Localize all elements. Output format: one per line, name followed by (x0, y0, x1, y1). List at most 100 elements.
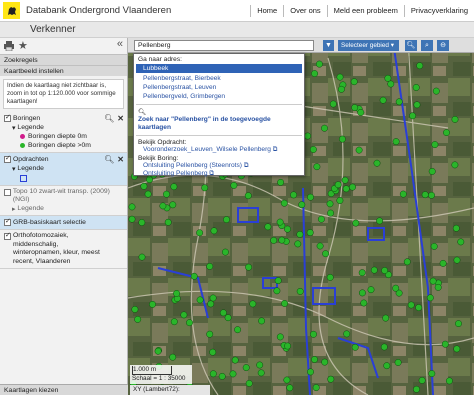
address-option[interactable]: Pellenbergveld, Grimbergen (134, 92, 304, 101)
boring-marker[interactable] (453, 345, 461, 353)
boring-marker[interactable] (376, 217, 384, 225)
boring-marker[interactable] (257, 369, 265, 377)
boring-marker[interactable] (196, 296, 204, 304)
boring-marker[interactable] (413, 101, 421, 109)
boring-marker[interactable] (286, 384, 294, 392)
boring-marker[interactable] (358, 269, 366, 277)
boring-marker[interactable] (418, 376, 426, 384)
boring-marker[interactable] (138, 219, 146, 226)
boring-marker[interactable] (219, 309, 227, 317)
close-icon[interactable]: ✕ (117, 114, 124, 123)
boring-marker[interactable] (367, 286, 375, 294)
boring-marker[interactable] (358, 289, 366, 297)
boring-marker[interactable] (338, 135, 346, 143)
nav-report-problem-link[interactable]: Meld een probleem (326, 5, 404, 17)
boring-marker[interactable] (327, 209, 335, 217)
boring-marker[interactable] (452, 224, 460, 232)
boring-marker[interactable] (264, 223, 272, 231)
address-option[interactable]: Pellenbergstraat, Bierbeek (134, 74, 304, 83)
boring-marker[interactable] (221, 248, 229, 256)
boring-marker[interactable] (270, 236, 278, 244)
boring-marker[interactable] (413, 385, 420, 393)
boring-marker[interactable] (392, 138, 400, 146)
boring-marker[interactable] (343, 330, 351, 338)
search-icon[interactable]: 🔍︎ (104, 114, 114, 123)
boring-marker[interactable] (334, 181, 342, 189)
boring-marker[interactable] (307, 193, 314, 201)
filter-icon[interactable]: ▼ (323, 40, 334, 51)
boring-marker[interactable] (277, 178, 285, 186)
boring-marker[interactable] (242, 364, 250, 372)
boring-marker[interactable] (307, 368, 314, 376)
boring-marker[interactable] (432, 87, 440, 95)
boring-marker[interactable] (306, 229, 314, 237)
boring-marker[interactable] (138, 253, 146, 261)
boring-marker[interactable] (144, 190, 152, 198)
select-area-button[interactable]: Selecteer gebied ▾ (338, 40, 399, 51)
boring-marker[interactable] (412, 84, 420, 91)
boring-marker[interactable] (360, 299, 368, 307)
boring-marker[interactable] (457, 238, 465, 246)
boring-marker[interactable] (298, 201, 306, 209)
search-input[interactable]: Pellenberg (134, 40, 314, 51)
boring-marker[interactable] (231, 356, 239, 364)
boring-marker[interactable] (373, 159, 381, 167)
boring-marker[interactable] (283, 376, 291, 384)
boring-marker[interactable] (349, 183, 356, 191)
boring-marker[interactable] (296, 287, 304, 295)
boring-marker[interactable] (357, 109, 365, 116)
section-kaartbeeld[interactable]: Kaartbeeld instellen (0, 65, 127, 76)
boring-marker[interactable] (276, 333, 284, 341)
boring-marker[interactable] (409, 112, 417, 120)
boring-marker[interactable] (317, 215, 325, 223)
boring-marker[interactable] (140, 182, 148, 190)
boring-marker[interactable] (415, 304, 423, 312)
boring-marker[interactable] (196, 229, 204, 237)
boring-marker[interactable] (274, 277, 282, 285)
flanders-lion-logo[interactable] (3, 2, 20, 19)
boring-marker[interactable] (426, 294, 434, 302)
boring-marker[interactable] (258, 317, 266, 325)
boring-marker[interactable] (399, 190, 407, 198)
boring-marker[interactable] (278, 236, 286, 244)
boring-marker[interactable] (159, 202, 167, 210)
zoom-in-icon[interactable]: 🔍︎ (405, 40, 417, 51)
zoom-extent-icon[interactable]: ⌕ (421, 40, 433, 51)
boring-marker[interactable] (445, 377, 453, 385)
boring-marker[interactable] (311, 356, 318, 363)
boring-marker[interactable] (296, 230, 304, 238)
boring-marker[interactable] (327, 375, 335, 383)
boring-marker[interactable] (421, 191, 429, 199)
boring-marker[interactable] (380, 343, 388, 351)
boring-marker[interactable] (234, 326, 242, 334)
boring-marker[interactable] (180, 311, 188, 319)
boring-marker[interactable] (207, 300, 215, 308)
boring-marker[interactable] (209, 370, 217, 378)
boring-marker[interactable] (309, 146, 317, 153)
boring-marker[interactable] (336, 197, 344, 204)
boring-marker[interactable] (387, 80, 395, 88)
boring-marker[interactable] (430, 242, 438, 250)
nav-privacy-link[interactable]: Privacyverklaring (403, 5, 474, 17)
boring-marker[interactable] (218, 372, 226, 380)
boring-marker[interactable] (341, 176, 349, 184)
boring-marker[interactable] (294, 240, 302, 248)
boring-marker[interactable] (206, 262, 214, 270)
search-layers-link[interactable]: Zoek naar "Pellenberg" in de toegevoegde… (134, 116, 304, 132)
boring-marker[interactable] (403, 258, 411, 266)
boring-marker[interactable] (276, 218, 284, 226)
boring-marker[interactable] (170, 183, 178, 191)
chevron-down-icon[interactable]: ▾ (12, 165, 15, 173)
boring-marker[interactable] (329, 100, 337, 108)
boring-marker[interactable] (244, 192, 252, 200)
boring-marker[interactable] (326, 273, 334, 281)
section-zoekregels[interactable]: Zoekregels (0, 54, 127, 65)
boring-marker[interactable] (273, 287, 281, 295)
boring-marker[interactable] (169, 353, 177, 361)
boring-marker[interactable] (342, 185, 350, 193)
boring-marker[interactable] (313, 163, 321, 171)
boring-marker[interactable] (149, 300, 156, 308)
boring-marker[interactable] (245, 379, 253, 387)
nav-home-link[interactable]: Home (250, 5, 283, 17)
star-icon[interactable]: ★ (18, 39, 28, 52)
